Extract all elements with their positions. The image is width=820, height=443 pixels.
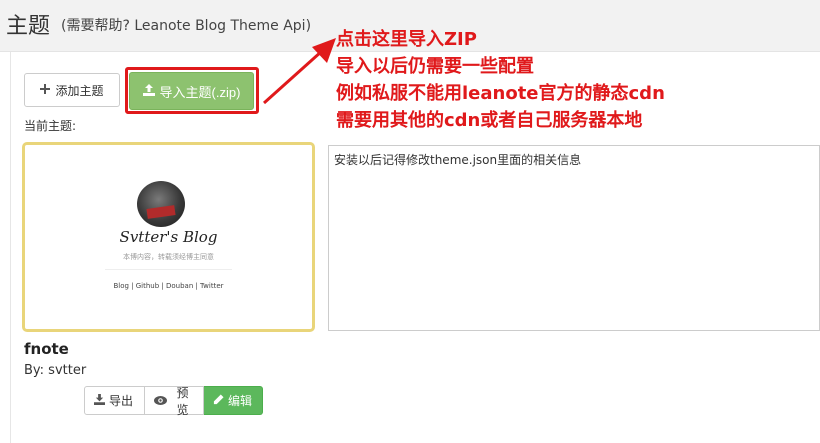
theme-info-textarea[interactable]: 安装以后记得修改theme.json里面的相关信息 [328, 145, 820, 331]
annotation-line-4: 需要用其他的cdn或者自己服务器本地 [336, 110, 643, 131]
current-theme-label: 当前主题: [24, 119, 77, 133]
preview-label: 预览 [176, 385, 189, 417]
eye-icon [154, 394, 167, 408]
import-theme-button[interactable]: 导入主题(.zip) [129, 72, 254, 110]
thumbnail-links: Blog | Github | Douban | Twitter [113, 282, 224, 290]
download-icon [94, 393, 105, 408]
annotation-arrow [262, 38, 336, 105]
help-subtitle[interactable]: (需要帮助? Leanote Blog Theme Api) [61, 15, 311, 35]
thumbnail-divider [105, 269, 232, 270]
page-title: 主题 [6, 14, 51, 39]
export-button[interactable]: 导出 [84, 386, 145, 415]
import-theme-label: 导入主题(.zip) [159, 84, 241, 100]
preview-button[interactable]: 预览 [145, 385, 204, 417]
thumbnail-blog-name: Svtter's Blog [119, 228, 218, 246]
annotation-line-3: 例如私服不能用leanote官方的静态cdn [336, 83, 665, 104]
theme-thumbnail[interactable]: Svtter's Blog 本博内容，转载须经博主同意 Blog | Githu… [22, 142, 315, 332]
theme-author: By: svtter [24, 363, 87, 378]
annotation-line-1: 点击这里导入ZIP [336, 29, 477, 50]
export-label: 导出 [109, 394, 134, 408]
annotation-line-2: 导入以后仍需要一些配置 [336, 56, 534, 77]
pencil-icon [213, 393, 224, 408]
theme-action-group: 导出 预览 编辑 [84, 385, 263, 417]
edit-label: 编辑 [228, 394, 253, 408]
edit-button[interactable]: 编辑 [204, 386, 263, 415]
thumbnail-tagline: 本博内容，转载须经博主同意 [123, 253, 214, 261]
plus-icon [40, 83, 51, 97]
avatar [137, 181, 185, 227]
upload-icon [142, 83, 155, 99]
add-theme-label: 添加主题 [55, 83, 104, 98]
add-theme-button[interactable]: 添加主题 [24, 73, 120, 107]
theme-name: fnote [24, 340, 69, 358]
